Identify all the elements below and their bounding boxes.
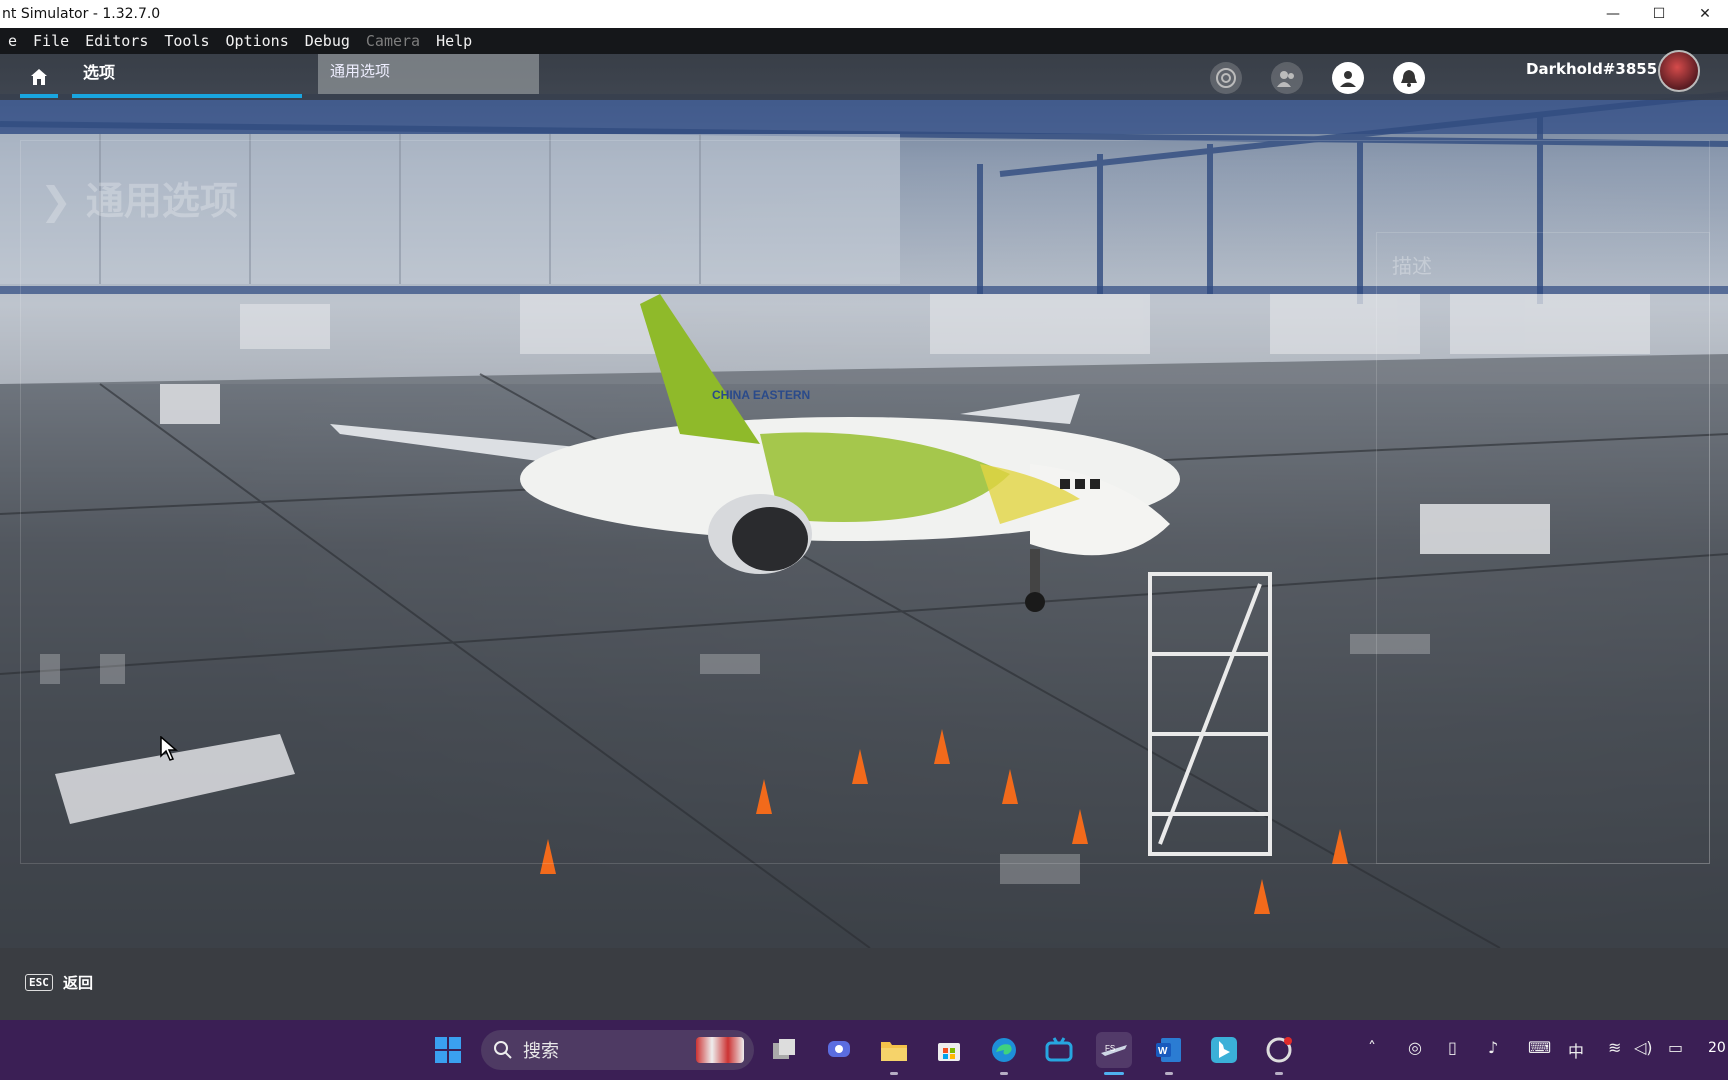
running-indicator (1000, 1072, 1008, 1075)
description-heading: 描述 (1392, 254, 1432, 278)
username[interactable]: Darkhold#3855 (1526, 54, 1657, 84)
window-title: nt Simulator - 1.32.7.0 (2, 6, 161, 22)
steam-like-app-icon[interactable] (1261, 1032, 1297, 1068)
activity-icon[interactable] (1210, 62, 1242, 94)
friends-icon[interactable] (1271, 62, 1303, 94)
menu-item-editors[interactable]: Editors (77, 32, 156, 50)
menu-item-options[interactable]: Options (218, 32, 297, 50)
running-indicator (890, 1072, 898, 1075)
volume-icon[interactable]: ◁) (1634, 1038, 1653, 1057)
microsoft-store-icon[interactable] (931, 1032, 967, 1068)
options-page-title: ❯ 通用选项 (40, 170, 238, 225)
ime-chinese-icon[interactable]: 中 (1568, 1038, 1584, 1062)
menu-item-help[interactable]: Help (428, 32, 480, 50)
menu-item-camera[interactable]: Camera (358, 32, 428, 50)
tab-general-options[interactable]: 通用选项 (318, 54, 539, 94)
search-highlight-icon (696, 1037, 744, 1063)
hangar-scene-viewport: CHINA EASTERN (0, 54, 1728, 948)
dev-menu-bar: e File Editors Tools Options Debug Camer… (0, 28, 1728, 54)
notification-bell-icon[interactable] (1393, 62, 1425, 94)
game-top-nav: 选项 通用选项 (0, 54, 1728, 100)
taskbar-clock[interactable]: 20 (1708, 1040, 1726, 1056)
svg-text:W: W (1158, 1046, 1168, 1057)
chevron-right-icon: ❯ (40, 179, 72, 223)
usb-drive-icon[interactable]: ▯ (1448, 1038, 1457, 1057)
minimize-button[interactable]: — (1590, 0, 1636, 28)
bing-icon[interactable] (1206, 1032, 1242, 1068)
maximize-button[interactable]: ☐ (1636, 0, 1682, 28)
back-button[interactable]: 返回 (63, 972, 93, 993)
file-explorer-icon[interactable] (876, 1032, 912, 1068)
mouse-cursor-icon (160, 736, 179, 761)
menu-item-debug[interactable]: Debug (297, 32, 358, 50)
search-icon (494, 1041, 512, 1059)
word-icon[interactable]: W (1151, 1032, 1187, 1068)
options-page-title-text: 通用选项 (85, 179, 238, 223)
home-tab-underline (20, 94, 58, 98)
nav-icon-group (1210, 62, 1425, 94)
close-button[interactable]: ✕ (1682, 0, 1728, 28)
battery-icon[interactable]: ▭ (1668, 1038, 1683, 1057)
meet-chat-icon[interactable] (821, 1032, 857, 1068)
edge-browser-icon[interactable] (986, 1032, 1022, 1068)
home-icon (31, 69, 47, 85)
profile-icon[interactable] (1332, 62, 1364, 94)
esc-key-hint[interactable]: ESC (25, 974, 53, 991)
menu-item-truncated[interactable]: e (0, 32, 25, 50)
tray-app-icon[interactable]: ◎ (1408, 1038, 1422, 1057)
keyboard-icon[interactable]: ⌨ (1528, 1038, 1551, 1057)
home-button[interactable] (20, 60, 58, 94)
task-view-icon[interactable] (766, 1032, 802, 1068)
taskbar-search-box[interactable]: 搜索 (481, 1030, 754, 1070)
active-tab-underline (72, 94, 302, 98)
game-bottom-bar (0, 948, 1728, 1020)
active-app-indicator (1104, 1072, 1124, 1075)
bilibili-icon[interactable] (1041, 1032, 1077, 1068)
windows-start-icon[interactable] (430, 1032, 466, 1068)
running-indicator (1165, 1072, 1173, 1075)
running-indicator (1275, 1072, 1283, 1075)
description-panel-frame (1376, 232, 1710, 864)
search-placeholder: 搜索 (523, 1041, 559, 1062)
menu-item-file[interactable]: File (25, 32, 77, 50)
flight-simulator-app-icon[interactable]: FS (1096, 1032, 1132, 1068)
wifi-icon[interactable]: ≋ (1608, 1038, 1621, 1057)
svg-text:FS: FS (1105, 1044, 1115, 1053)
microphone-icon[interactable]: ♪ (1488, 1038, 1498, 1057)
windows-taskbar (0, 1020, 1728, 1080)
tab-options[interactable]: 选项 (72, 58, 302, 94)
tray-chevron-up-icon[interactable]: ˄ (1368, 1038, 1376, 1057)
window-title-bar: nt Simulator - 1.32.7.0 — ☐ ✕ (0, 0, 1728, 28)
user-avatar[interactable] (1658, 50, 1700, 92)
menu-item-tools[interactable]: Tools (156, 32, 217, 50)
